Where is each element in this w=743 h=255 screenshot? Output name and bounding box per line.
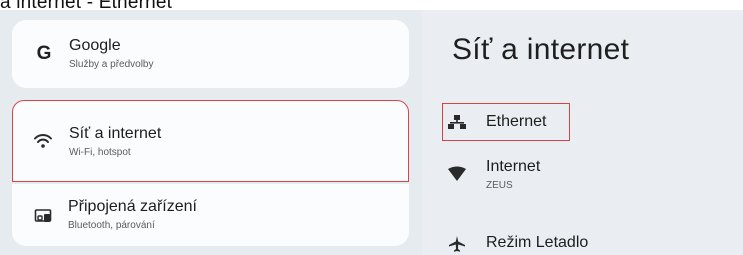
sidebar-item-title: Síť a internet — [69, 125, 162, 142]
sidebar-item-subtitle: Wi-Fi, hotspot — [69, 147, 131, 158]
sidebar-item-google[interactable]: G Google Služby a předvolby — [12, 20, 409, 88]
page-title: Síť a internet — [452, 33, 630, 66]
airplane-icon — [446, 233, 468, 255]
detail-item-ethernet[interactable]: Ethernet — [486, 113, 546, 131]
sidebar-item-connected-devices[interactable]: Připojená zařízení Bluetooth, párování — [12, 184, 409, 246]
devices-icon — [32, 204, 56, 228]
settings-sidebar: G Google Služby a předvolby Síť a intern… — [0, 10, 420, 255]
detail-pane: Síť a internet Ethernet Internet ZEUS Re — [422, 10, 743, 255]
detail-item-airplane-mode[interactable]: Režim Letadlo — [486, 234, 588, 252]
settings-screen: G Google Služby a předvolby Síť a intern… — [0, 10, 743, 255]
sidebar-item-subtitle: Služby a předvolby — [69, 59, 154, 70]
sidebar-item-subtitle: Bluetooth, párování — [68, 220, 155, 231]
detail-item-subtitle: ZEUS — [486, 180, 513, 191]
sidebar-item-network-internet[interactable]: Síť a internet Wi-Fi, hotspot — [12, 100, 409, 182]
sidebar-item-title: Připojená zařízení — [68, 198, 197, 215]
wifi-icon — [31, 129, 55, 153]
sidebar-item-title: Google — [69, 37, 121, 54]
ethernet-icon — [446, 111, 468, 133]
signal-icon — [446, 163, 468, 185]
detail-item-internet[interactable]: Internet — [486, 158, 540, 176]
google-icon: G — [36, 43, 52, 64]
